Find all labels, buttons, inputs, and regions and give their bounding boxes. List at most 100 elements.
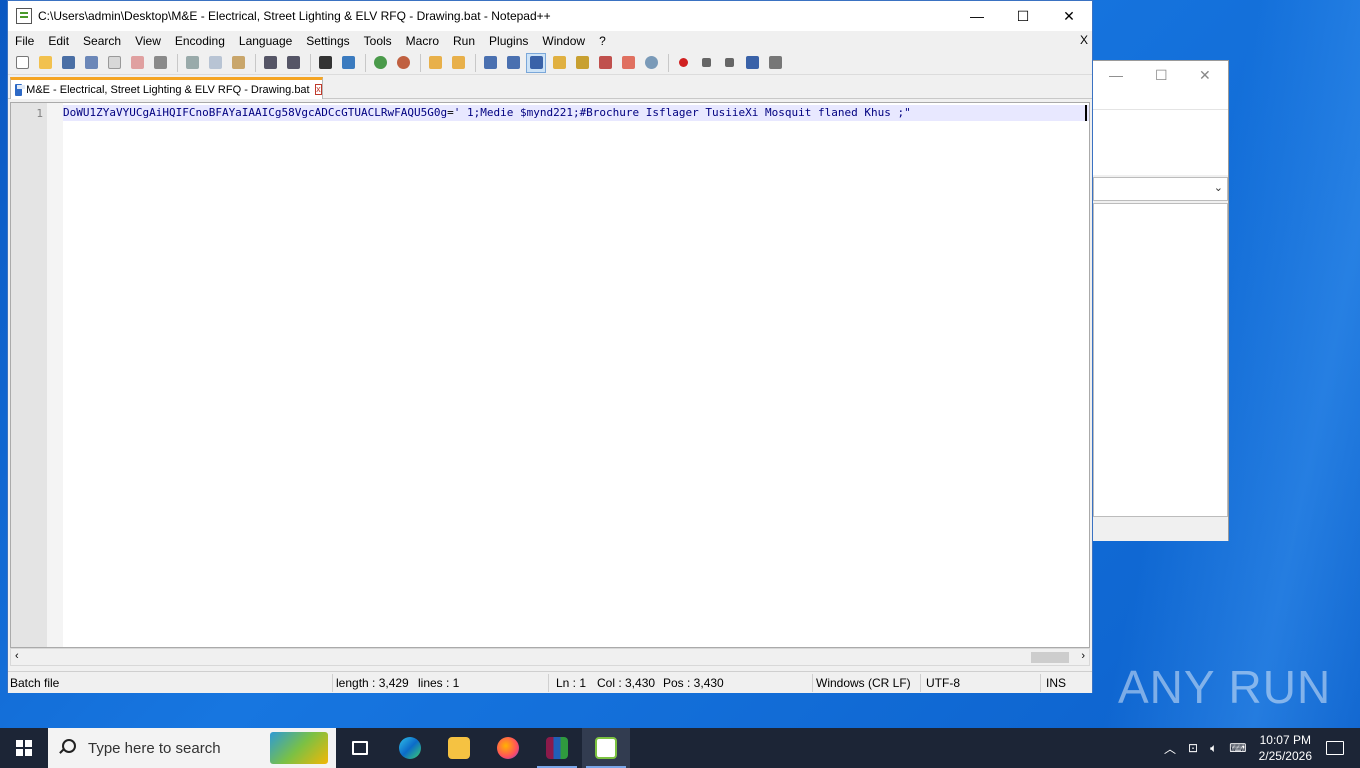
clock[interactable]: 10:07 PM 2/25/2026 bbox=[1259, 732, 1312, 764]
status-pos: Pos : 3,430 bbox=[663, 676, 724, 690]
search-placeholder: Type here to search bbox=[88, 739, 221, 757]
background-window-dropdown[interactable]: ⌄ bbox=[1093, 177, 1228, 201]
background-window-titlebar[interactable]: — ☐ ✕ bbox=[1093, 61, 1228, 109]
indent-guide-icon[interactable] bbox=[526, 52, 546, 73]
background-window[interactable]: — ☐ ✕ ⌄ bbox=[1092, 60, 1229, 541]
bg-minimize-icon[interactable]: — bbox=[1109, 67, 1123, 83]
tab-close-icon[interactable]: x bbox=[314, 84, 322, 95]
run-macro-multiple-icon[interactable] bbox=[742, 53, 762, 73]
taskbar: Type here to search ︿ ⊡ 🔈︎ ⌨︎ 10:07 PM 2… bbox=[0, 728, 1360, 768]
taskbar-firefox[interactable] bbox=[484, 728, 532, 768]
notepadpp-app-icon bbox=[16, 8, 32, 24]
start-button[interactable] bbox=[0, 728, 48, 768]
menu-settings[interactable]: Settings bbox=[299, 34, 356, 48]
zoom-out-icon[interactable] bbox=[393, 53, 413, 73]
status-separator bbox=[1040, 674, 1041, 692]
scroll-right-icon[interactable]: › bbox=[1081, 650, 1085, 662]
background-window-list[interactable] bbox=[1093, 203, 1228, 517]
close-button[interactable]: ✕ bbox=[1046, 1, 1092, 31]
zoom-in-icon[interactable] bbox=[370, 53, 390, 73]
find-icon[interactable] bbox=[315, 53, 335, 73]
chevron-down-icon: ⌄ bbox=[1213, 182, 1223, 194]
copy-icon[interactable] bbox=[205, 53, 225, 73]
word-wrap-icon[interactable] bbox=[480, 53, 500, 73]
horizontal-scrollbar[interactable]: ‹ › bbox=[10, 648, 1090, 666]
menu-encoding[interactable]: Encoding bbox=[168, 34, 232, 48]
save-state-icon bbox=[15, 83, 26, 96]
taskbar-notepadpp[interactable] bbox=[582, 728, 630, 768]
taskbar-file-explorer[interactable] bbox=[435, 728, 483, 768]
open-file-icon[interactable] bbox=[35, 53, 55, 73]
notification-icon[interactable] bbox=[1326, 741, 1344, 755]
scroll-left-icon[interactable]: ‹ bbox=[15, 650, 19, 662]
udl-icon[interactable] bbox=[549, 53, 569, 73]
toolbar-separator bbox=[420, 53, 421, 72]
close-document-button[interactable]: X bbox=[1080, 33, 1088, 47]
undo-icon[interactable] bbox=[260, 53, 280, 73]
menu-view[interactable]: View bbox=[128, 34, 168, 48]
network-icon[interactable]: ⊡ bbox=[1188, 741, 1198, 755]
menu-run[interactable]: Run bbox=[446, 34, 482, 48]
save-all-icon[interactable] bbox=[81, 53, 101, 73]
task-view-button[interactable] bbox=[336, 728, 384, 768]
toolbar bbox=[8, 51, 1092, 75]
menu-window[interactable]: Window bbox=[535, 34, 592, 48]
status-separator bbox=[920, 674, 921, 692]
paste-icon[interactable] bbox=[228, 53, 248, 73]
doc-map-icon[interactable] bbox=[572, 53, 592, 73]
maximize-button[interactable]: ☐ bbox=[1000, 1, 1046, 31]
folder-workspace-icon[interactable] bbox=[618, 53, 638, 73]
function-list-icon[interactable] bbox=[595, 53, 615, 73]
keyboard-icon[interactable]: ⌨︎ bbox=[1229, 741, 1246, 755]
menu-file[interactable]: File bbox=[8, 34, 41, 48]
text-caret bbox=[1085, 105, 1087, 121]
edge-icon bbox=[399, 737, 421, 759]
close-all-icon[interactable] bbox=[127, 53, 147, 73]
taskbar-winrar[interactable] bbox=[533, 728, 581, 768]
bg-close-icon[interactable]: ✕ bbox=[1199, 67, 1211, 84]
menu-plugins[interactable]: Plugins bbox=[482, 34, 535, 48]
stop-record-icon[interactable] bbox=[696, 53, 716, 73]
play-macro-icon[interactable] bbox=[719, 53, 739, 73]
taskbar-search-box[interactable]: Type here to search bbox=[48, 728, 336, 768]
cut-icon[interactable] bbox=[182, 53, 202, 73]
search-icon bbox=[58, 739, 76, 757]
volume-icon[interactable]: 🔈︎ bbox=[1210, 741, 1217, 756]
save-macro-icon[interactable] bbox=[765, 53, 785, 73]
anyrun-watermark: ANY RUN bbox=[1118, 661, 1332, 713]
bg-maximize-icon[interactable]: ☐ bbox=[1155, 67, 1168, 84]
line-number: 1 bbox=[36, 107, 43, 120]
status-encoding: UTF-8 bbox=[926, 676, 960, 690]
show-hidden-icons-icon[interactable]: ︿ bbox=[1164, 740, 1176, 757]
sync-h-icon[interactable] bbox=[448, 53, 468, 73]
menu-bar: File Edit Search View Encoding Language … bbox=[8, 31, 1092, 51]
menu-search[interactable]: Search bbox=[76, 34, 128, 48]
save-icon[interactable] bbox=[58, 53, 78, 73]
status-length: length : 3,429 bbox=[336, 676, 409, 690]
code-line[interactable]: DoWU1ZYaVYUCgAiHQIFCnoBFAYaIAAICg58VgcAD… bbox=[63, 106, 911, 119]
menu-edit[interactable]: Edit bbox=[41, 34, 76, 48]
menu-language[interactable]: Language bbox=[232, 34, 299, 48]
redo-icon[interactable] bbox=[283, 53, 303, 73]
firefox-icon bbox=[497, 737, 519, 759]
sync-v-icon[interactable] bbox=[425, 53, 445, 73]
close-icon[interactable] bbox=[104, 53, 124, 73]
menu-macro[interactable]: Macro bbox=[399, 34, 446, 48]
tab-drawing-bat[interactable]: M&E - Electrical, Street Lighting & ELV … bbox=[10, 77, 323, 99]
minimize-button[interactable]: — bbox=[954, 1, 1000, 31]
print-icon[interactable] bbox=[150, 53, 170, 73]
status-separator bbox=[812, 674, 813, 692]
title-bar[interactable]: C:\Users\admin\Desktop\M&E - Electrical,… bbox=[8, 1, 1092, 31]
record-macro-icon[interactable] bbox=[673, 53, 693, 73]
monitor-icon[interactable] bbox=[641, 53, 661, 73]
system-tray: ︿ ⊡ 🔈︎ ⌨︎ 10:07 PM 2/25/2026 bbox=[1158, 728, 1360, 768]
code-text: DoWU1ZYaVYUCgAiHQIFCnoBFAYaIAAICg58VgcAD… bbox=[63, 106, 448, 119]
taskbar-edge[interactable] bbox=[386, 728, 434, 768]
show-all-chars-icon[interactable] bbox=[503, 53, 523, 73]
menu-help[interactable]: ? bbox=[592, 34, 613, 48]
scrollbar-thumb[interactable] bbox=[1031, 652, 1069, 663]
replace-icon[interactable] bbox=[338, 53, 358, 73]
editor-area[interactable]: 1 DoWU1ZYaVYUCgAiHQIFCnoBFAYaIAAICg58Vgc… bbox=[10, 102, 1090, 648]
new-file-icon[interactable] bbox=[12, 53, 32, 73]
menu-tools[interactable]: Tools bbox=[357, 34, 399, 48]
